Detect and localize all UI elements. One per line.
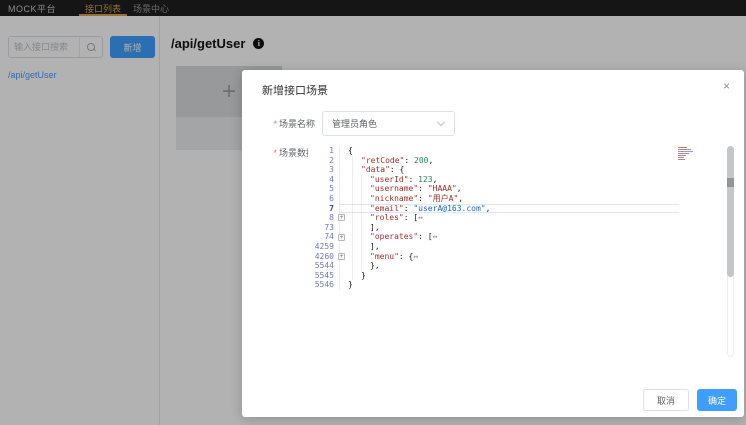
code-line[interactable]: 5545} [308, 271, 679, 281]
code-text: "username": "HAAA", [370, 184, 462, 194]
line-number: 5544 [314, 261, 334, 271]
fold-gutter [338, 146, 348, 156]
scene-name-value: 管理员角色 [332, 119, 378, 129]
code-line[interactable]: 73], [308, 223, 679, 233]
cancel-button[interactable]: 取消 [643, 389, 689, 411]
fold-gutter [338, 242, 348, 252]
code-line[interactable]: 1{ [308, 146, 679, 156]
fold-gutter: + [338, 232, 348, 242]
line-number: 4260 [314, 251, 334, 261]
line-number: 2 [329, 155, 334, 165]
line-number: 8 [329, 213, 334, 223]
fold-gutter [338, 184, 348, 194]
code-text: }, [370, 261, 380, 271]
code-text: "email": "userA@163.com", [370, 203, 491, 213]
code-text: } [348, 280, 353, 290]
modal-title: 新增接口场景 [262, 85, 328, 97]
fold-toggle-icon[interactable]: + [338, 233, 345, 241]
code-text: ], [370, 241, 380, 251]
code-text: "nickname": "用户A", [370, 193, 464, 203]
line-number: 5545 [314, 270, 334, 280]
fold-gutter [338, 156, 348, 166]
required-mark: * [273, 148, 277, 158]
confirm-button[interactable]: 确定 [697, 389, 737, 411]
editor-scrollbar-thumb[interactable] [727, 146, 734, 277]
code-line[interactable]: 4260 + "menu": {↔ [308, 252, 679, 262]
scene-name-select[interactable]: 管理员角色 [322, 111, 455, 136]
line-number: 5 [329, 184, 334, 194]
code-line[interactable]: 6 "nickname": "用户A", [308, 194, 679, 204]
modal-footer: 取消 确定 [643, 389, 737, 411]
fold-toggle-icon[interactable]: + [338, 214, 345, 222]
line-number: 4 [329, 174, 334, 184]
code-line[interactable]: 5546} [308, 280, 679, 290]
code-text: "data": { [361, 165, 405, 175]
fold-toggle-icon[interactable]: + [338, 252, 345, 260]
fold-gutter [338, 261, 348, 271]
line-number: 5546 [314, 280, 334, 290]
scene-data-label: * 场景数据 [273, 148, 315, 158]
code-rows: 1{2 "retCode": 200, 3 "data": {4 "userId": 1… [308, 146, 679, 290]
code-line[interactable]: 8 + "roles": [↔ [308, 213, 679, 223]
line-number: 73 [324, 222, 334, 232]
scene-name-label: * 场景名称 [273, 119, 315, 129]
code-line[interactable]: 5 "username": "HAAA", [308, 184, 679, 194]
code-text: "retCode": 200, [361, 155, 434, 165]
new-scene-modal: 新增接口场景 × * 场景名称 管理员角色 * 场景数据 1{2 "retCode":… [242, 70, 744, 417]
required-mark: * [273, 119, 277, 129]
code-text: "menu": {↔ [370, 251, 419, 261]
close-icon[interactable]: × [723, 80, 730, 92]
code-text: "roles": [↔ [370, 213, 423, 223]
chevron-down-icon [436, 117, 446, 127]
code-line[interactable]: 4259], [308, 242, 679, 252]
code-line[interactable]: 3 "data": { [308, 165, 679, 175]
code-line[interactable]: 74 + "operates": [↔ [308, 232, 679, 242]
code-text: "operates": [↔ [370, 232, 438, 242]
line-number: 74 [324, 232, 334, 242]
fold-gutter [338, 165, 348, 175]
line-number: 7 [329, 203, 334, 213]
code-line[interactable]: 5544}, [308, 261, 679, 271]
code-text: } [361, 270, 366, 280]
fold-gutter [338, 271, 348, 281]
fold-gutter [338, 280, 348, 290]
cursor-position-marker [727, 178, 734, 187]
fold-gutter: + [338, 252, 348, 262]
fold-gutter [338, 204, 348, 214]
code-text: ], [370, 222, 380, 232]
line-number: 4259 [314, 241, 334, 251]
code-line[interactable]: 7 "email": "userA@163.com", [308, 203, 679, 214]
line-number: 3 [329, 165, 334, 175]
code-text: "userId": 123, [370, 174, 438, 184]
code-line[interactable]: 4 "userId": 123, [308, 175, 679, 185]
json-code-editor[interactable]: 1{2 "retCode": 200, 3 "data": {4 "userId": 1… [308, 144, 734, 358]
code-text: { [348, 146, 353, 155]
line-number: 6 [329, 193, 334, 203]
fold-gutter: + [338, 213, 348, 223]
code-line[interactable]: 2 "retCode": 200, [308, 156, 679, 166]
editor-minimap [678, 147, 698, 164]
fold-gutter [338, 223, 348, 233]
fold-gutter [338, 175, 348, 185]
fold-gutter [338, 194, 348, 204]
line-number: 1 [329, 146, 334, 155]
